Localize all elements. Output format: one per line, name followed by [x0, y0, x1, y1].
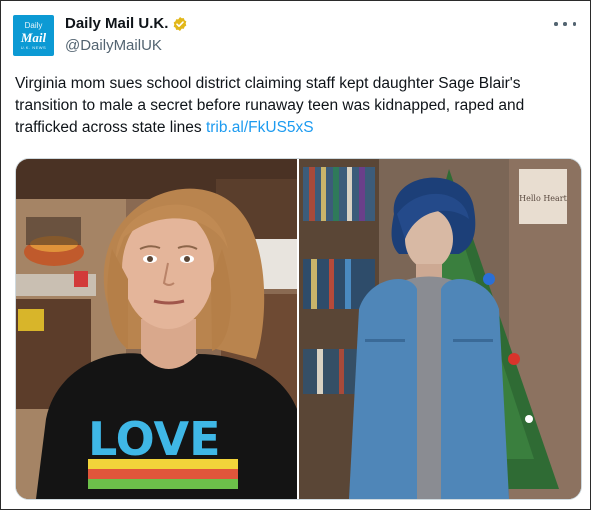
tweet-media[interactable]: LOVE Hello Heart	[15, 158, 582, 500]
avatar-text-uk: U.K. NEWS	[20, 44, 47, 50]
tweet-link[interactable]: trib.al/FkUS5xS	[206, 119, 314, 136]
wall-sign-text: Hello Heart	[519, 194, 567, 203]
more-options-icon[interactable]	[554, 17, 576, 31]
avatar-text-mail: Mail	[20, 29, 47, 45]
verified-badge-icon[interactable]	[172, 16, 188, 32]
avatar-text-daily: Daily	[24, 20, 43, 30]
tweet-card[interactable]: Daily Mail U.K. NEWS Daily Mail U.K. @Da…	[0, 0, 591, 510]
author-handle[interactable]: @DailyMailUK	[65, 37, 162, 54]
tweet-text: Virginia mom sues school district claimi…	[15, 73, 580, 139]
author-avatar[interactable]: Daily Mail U.K. NEWS	[13, 15, 54, 56]
author-name-row: Daily Mail U.K.	[65, 15, 188, 32]
shirt-text: LOVE	[88, 412, 221, 466]
photo-mother[interactable]: LOVE	[16, 159, 297, 499]
author-display-name[interactable]: Daily Mail U.K.	[65, 15, 168, 32]
photo-teen[interactable]: Hello Heart	[299, 159, 581, 499]
